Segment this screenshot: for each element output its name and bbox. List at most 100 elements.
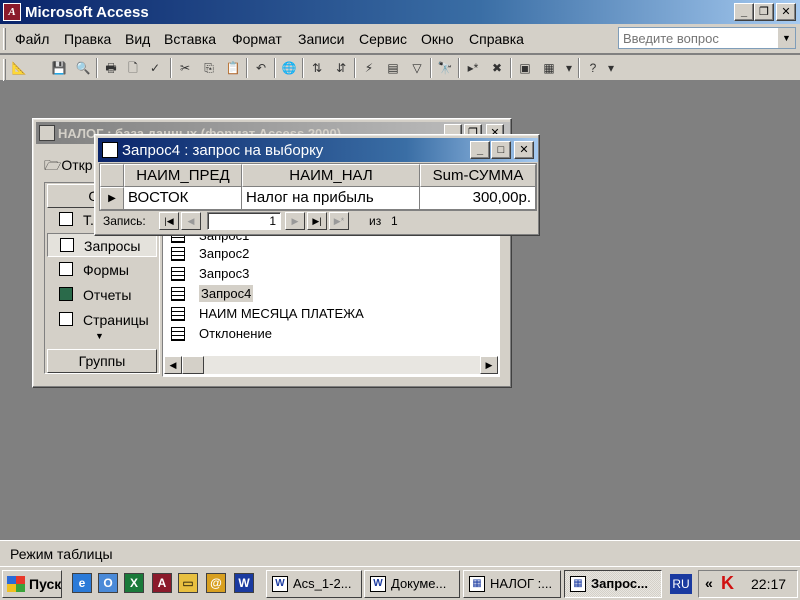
hyperlink-icon[interactable]: 🌐 bbox=[280, 59, 298, 77]
word-icon[interactable]: W bbox=[234, 573, 254, 593]
properties-icon[interactable]: ▣ bbox=[516, 59, 534, 77]
groups-header[interactable]: Группы bbox=[47, 349, 157, 373]
excel-icon[interactable]: X bbox=[124, 573, 144, 593]
list-item[interactable]: Отклонение bbox=[171, 324, 272, 344]
minimize-button[interactable]: _ bbox=[734, 3, 754, 21]
query-close-button[interactable]: ✕ bbox=[514, 141, 534, 159]
record-number-field[interactable]: 1 bbox=[207, 212, 281, 230]
antivirus-icon[interactable]: K bbox=[721, 573, 734, 594]
last-record-button[interactable]: ▶| bbox=[307, 212, 327, 230]
new-record-button[interactable]: ▶* bbox=[329, 212, 349, 230]
menu-window[interactable]: Окно bbox=[421, 31, 454, 47]
list-item[interactable]: Запрос2 bbox=[171, 244, 249, 264]
menu-edit[interactable]: Правка bbox=[64, 31, 111, 47]
next-record-button[interactable]: ▶ bbox=[285, 212, 305, 230]
internet-explorer-icon[interactable]: e bbox=[72, 573, 92, 593]
word-icon: W bbox=[370, 576, 386, 592]
access-icon[interactable]: A bbox=[152, 573, 172, 593]
chevron-down-icon[interactable]: ▼ bbox=[777, 28, 795, 48]
sidebar-item-queries[interactable]: Запросы bbox=[47, 233, 157, 257]
paste-icon[interactable]: 📋 bbox=[224, 59, 242, 77]
delete-record-icon[interactable]: ✖ bbox=[488, 59, 506, 77]
apply-filter-icon[interactable]: ▽ bbox=[408, 59, 426, 77]
clock[interactable]: 22:17 bbox=[751, 576, 786, 592]
query-minimize-button[interactable]: _ bbox=[470, 141, 490, 159]
menu-view[interactable]: Вид bbox=[125, 31, 150, 47]
outlook-icon[interactable]: O bbox=[98, 573, 118, 593]
open-button[interactable]: 🗁Откр bbox=[44, 155, 93, 179]
tray-expand-icon[interactable]: « bbox=[705, 575, 713, 591]
language-indicator[interactable]: RU bbox=[670, 574, 692, 594]
toolbar-options-icon[interactable]: ▾ bbox=[602, 59, 620, 77]
scroll-left-icon[interactable]: ◀ bbox=[164, 356, 182, 374]
current-record-icon[interactable]: ▶ bbox=[100, 187, 124, 210]
column-header[interactable]: НАИМ_НАЛ bbox=[242, 164, 420, 187]
toolbar: 📐 💾 🔍 🖶 🗋 ✓ ✂ ⎘ 📋 ↶ 🌐 ⇅ ⇵ ⚡ ▤ ▽ 🔭 ▸* ✖ ▣… bbox=[0, 55, 800, 81]
help-icon[interactable]: ? bbox=[584, 59, 602, 77]
spell-check-icon[interactable]: ✓ bbox=[146, 59, 164, 77]
database-window-icon[interactable]: ▦ bbox=[540, 59, 558, 77]
menu-format[interactable]: Формат bbox=[232, 31, 282, 47]
close-button[interactable]: ✕ bbox=[776, 3, 796, 21]
query-window[interactable]: Запрос4 : запрос на выборку _ □ ✕ НАИМ_П… bbox=[94, 134, 540, 236]
copy-icon[interactable]: ⎘ bbox=[200, 59, 218, 77]
database-icon bbox=[39, 125, 55, 141]
task-label: Запрос... bbox=[591, 576, 649, 591]
undo-icon[interactable]: ↶ bbox=[252, 59, 270, 77]
restore-button[interactable]: ❐ bbox=[754, 3, 774, 21]
design-view-icon[interactable]: 📐 bbox=[10, 59, 28, 77]
menu-records[interactable]: Записи bbox=[298, 31, 344, 47]
menu-file[interactable]: Файл bbox=[15, 31, 49, 47]
query-restore-button[interactable]: □ bbox=[491, 141, 511, 159]
print-preview-icon[interactable]: 🗋 bbox=[124, 59, 142, 77]
list-item[interactable]: НАИМ МЕСЯЦА ПЛАТЕЖА bbox=[171, 304, 364, 324]
row-selector-header[interactable] bbox=[100, 164, 124, 187]
sidebar-item-forms[interactable]: Формы bbox=[47, 258, 157, 282]
table-cell[interactable]: Налог на прибыль bbox=[242, 187, 420, 210]
list-item-selected[interactable]: Запрос4 bbox=[171, 284, 254, 304]
save-icon[interactable]: 💾 bbox=[50, 59, 68, 77]
outlook-express-icon[interactable]: @ bbox=[206, 573, 226, 593]
menu-insert[interactable]: Вставка bbox=[164, 31, 216, 47]
menu-grip[interactable] bbox=[3, 28, 6, 50]
find-icon[interactable]: 🔭 bbox=[436, 59, 454, 77]
task-button[interactable]: W Acs_1-2... bbox=[266, 570, 362, 598]
folder-icon[interactable]: ▭ bbox=[178, 573, 198, 593]
app-title-bar[interactable]: A Microsoft Access _ ❐ ✕ bbox=[0, 0, 800, 24]
first-record-button[interactable]: |◀ bbox=[159, 212, 179, 230]
print-icon[interactable]: 🖶 bbox=[102, 59, 120, 77]
task-button[interactable]: W Докуме... bbox=[364, 570, 460, 598]
new-record-icon[interactable]: ▸* bbox=[464, 59, 482, 77]
query-window-title-bar[interactable]: Запрос4 : запрос на выборку _ □ ✕ bbox=[98, 138, 538, 162]
filter-by-selection-icon[interactable]: ⚡ bbox=[360, 59, 378, 77]
help-search-input[interactable] bbox=[619, 28, 774, 48]
column-header[interactable]: НАИМ_ПРЕД bbox=[124, 164, 242, 187]
sidebar-scroll-down-icon[interactable]: ▼ bbox=[95, 331, 104, 341]
toolbar-grip[interactable] bbox=[3, 59, 6, 81]
start-button[interactable]: Пуск bbox=[2, 570, 62, 598]
task-button[interactable]: ▦ НАЛОГ :... bbox=[463, 570, 561, 598]
column-header[interactable]: Sum-СУММА bbox=[420, 164, 536, 187]
start-label: Пуск bbox=[29, 576, 62, 592]
horizontal-scrollbar[interactable]: ◀ ▶ bbox=[164, 356, 498, 374]
sort-descending-icon[interactable]: ⇵ bbox=[332, 59, 350, 77]
cut-icon[interactable]: ✂ bbox=[176, 59, 194, 77]
access-logo-icon: A bbox=[3, 3, 21, 21]
table-cell[interactable]: 300,00р. bbox=[420, 187, 536, 210]
page-icon bbox=[59, 312, 73, 326]
search-file-icon[interactable]: 🔍 bbox=[74, 59, 92, 77]
menu-tools[interactable]: Сервис bbox=[359, 31, 407, 47]
list-item[interactable]: Запрос3 bbox=[171, 264, 249, 284]
task-button-active[interactable]: ▦ Запрос... bbox=[564, 570, 662, 598]
scroll-right-icon[interactable]: ▶ bbox=[480, 356, 498, 374]
filter-by-form-icon[interactable]: ▤ bbox=[384, 59, 402, 77]
new-object-icon[interactable]: ▾ bbox=[560, 59, 578, 77]
table-cell[interactable]: ВОСТОК bbox=[124, 187, 242, 210]
scroll-thumb[interactable] bbox=[182, 356, 204, 374]
sidebar-item-pages[interactable]: Страницы bbox=[47, 308, 157, 332]
help-search-box[interactable]: ▼ bbox=[618, 27, 796, 49]
sidebar-item-reports[interactable]: Отчеты bbox=[47, 283, 157, 307]
menu-help[interactable]: Справка bbox=[469, 31, 524, 47]
previous-record-button[interactable]: ◀ bbox=[181, 212, 201, 230]
sort-ascending-icon[interactable]: ⇅ bbox=[308, 59, 326, 77]
